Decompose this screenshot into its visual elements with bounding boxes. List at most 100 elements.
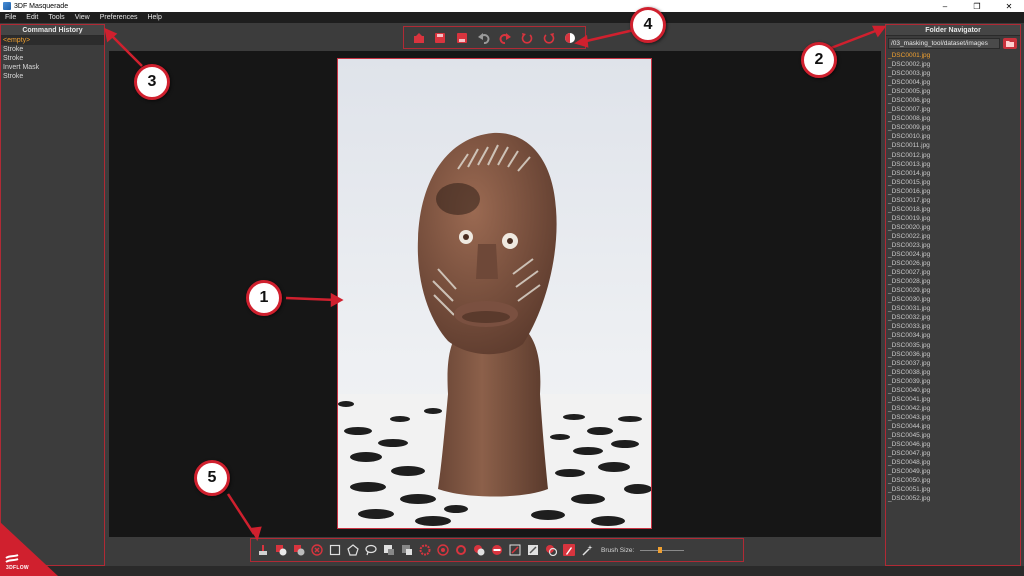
- target-button[interactable]: [437, 544, 449, 556]
- file-list-item[interactable]: _DSC0001.jpg: [888, 51, 1020, 60]
- file-list-item[interactable]: _DSC0008.jpg: [888, 114, 1020, 123]
- file-list-item[interactable]: _DSC0038.jpg: [888, 368, 1020, 377]
- menu-preferences[interactable]: Preferences: [95, 14, 143, 21]
- file-list-item[interactable]: _DSC0046.jpg: [888, 440, 1020, 449]
- mask-fill-button[interactable]: [383, 544, 395, 556]
- history-item[interactable]: Stroke: [1, 45, 104, 54]
- file-list-item[interactable]: _DSC0018.jpg: [888, 205, 1020, 214]
- file-list-item[interactable]: _DSC0024.jpg: [888, 250, 1020, 259]
- ring-button[interactable]: [455, 544, 467, 556]
- file-list-item[interactable]: _DSC0027.jpg: [888, 268, 1020, 277]
- file-list-item[interactable]: _DSC0012.jpg: [888, 151, 1020, 160]
- mask-on-button[interactable]: [473, 544, 485, 556]
- rectangle-select-button[interactable]: [329, 544, 341, 556]
- menu-edit[interactable]: Edit: [21, 14, 43, 21]
- lasso-select-button[interactable]: [365, 544, 377, 556]
- history-item[interactable]: Stroke: [1, 72, 104, 81]
- close-button[interactable]: ✕: [994, 0, 1024, 12]
- file-list-item[interactable]: _DSC0052.jpg: [888, 494, 1020, 503]
- color-picker-button[interactable]: [545, 544, 557, 556]
- brush-size-slider[interactable]: [640, 546, 685, 554]
- rotate-right-button[interactable]: [543, 32, 555, 44]
- menu-help[interactable]: Help: [142, 14, 166, 21]
- redo-button[interactable]: [499, 32, 512, 44]
- folder-path-input[interactable]: /03_masking_tool/dataset/images: [888, 38, 1000, 49]
- file-list-item[interactable]: _DSC0007.jpg: [888, 105, 1020, 114]
- polygon-select-button[interactable]: [347, 544, 359, 556]
- file-list-item[interactable]: _DSC0016.jpg: [888, 187, 1020, 196]
- brush-active-button[interactable]: [563, 544, 575, 556]
- mask-off-button[interactable]: [491, 544, 503, 556]
- maximize-button[interactable]: ❐: [962, 0, 992, 12]
- file-list-item[interactable]: _DSC0035.jpg: [888, 341, 1020, 350]
- file-list-item[interactable]: _DSC0003.jpg: [888, 69, 1020, 78]
- menu-tools[interactable]: Tools: [43, 14, 69, 21]
- file-list-item[interactable]: _DSC0030.jpg: [888, 295, 1020, 304]
- title-bar: 3DF Masquerade – ❐ ✕: [0, 0, 1024, 12]
- file-list-item[interactable]: _DSC0050.jpg: [888, 476, 1020, 485]
- file-list-item[interactable]: _DSC0023.jpg: [888, 241, 1020, 250]
- file-list-item[interactable]: _DSC0039.jpg: [888, 377, 1020, 386]
- rotate-left-button[interactable]: [521, 32, 533, 44]
- file-list-item[interactable]: _DSC0006.jpg: [888, 96, 1020, 105]
- file-list-item[interactable]: _DSC0041.jpg: [888, 395, 1020, 404]
- brush-clear-button[interactable]: [257, 544, 269, 556]
- file-list-item[interactable]: _DSC0045.jpg: [888, 431, 1020, 440]
- subtract-mask-button[interactable]: [293, 544, 305, 556]
- add-mask-button[interactable]: [275, 544, 287, 556]
- file-list-item[interactable]: _DSC0005.jpg: [888, 87, 1020, 96]
- slider-track: [640, 549, 685, 551]
- contrast-button[interactable]: [564, 32, 576, 44]
- save-as-button[interactable]: [456, 32, 468, 44]
- eraser-brush-button[interactable]: [527, 544, 539, 556]
- file-list-item[interactable]: _DSC0011.jpg: [888, 141, 1020, 150]
- file-list-item[interactable]: _DSC0015.jpg: [888, 178, 1020, 187]
- mask-invert-button[interactable]: [401, 544, 413, 556]
- file-list-item[interactable]: _DSC0026.jpg: [888, 259, 1020, 268]
- file-list-item[interactable]: _DSC0031.jpg: [888, 304, 1020, 313]
- file-list-item[interactable]: _DSC0013.jpg: [888, 160, 1020, 169]
- file-list-item[interactable]: _DSC0033.jpg: [888, 322, 1020, 331]
- history-item[interactable]: Stroke: [1, 54, 104, 63]
- folder-icon: [1006, 41, 1014, 47]
- file-list-item[interactable]: _DSC0002.jpg: [888, 60, 1020, 69]
- history-item[interactable]: <empty>: [1, 36, 104, 45]
- file-list-item[interactable]: _DSC0034.jpg: [888, 331, 1020, 340]
- magic-stick-button[interactable]: [581, 544, 593, 556]
- open-button[interactable]: [413, 32, 425, 44]
- file-list-item[interactable]: _DSC0049.jpg: [888, 467, 1020, 476]
- file-list-item[interactable]: _DSC0014.jpg: [888, 169, 1020, 178]
- file-list-item[interactable]: _DSC0020.jpg: [888, 223, 1020, 232]
- magic-wand-red-button[interactable]: [419, 544, 431, 556]
- file-list-item[interactable]: _DSC0037.jpg: [888, 359, 1020, 368]
- file-list-item[interactable]: _DSC0009.jpg: [888, 123, 1020, 132]
- file-list-item[interactable]: _DSC0048.jpg: [888, 458, 1020, 467]
- slider-thumb[interactable]: [658, 547, 663, 553]
- menu-view[interactable]: View: [70, 14, 95, 21]
- file-list-item[interactable]: _DSC0029.jpg: [888, 286, 1020, 295]
- file-list-item[interactable]: _DSC0010.jpg: [888, 132, 1020, 141]
- file-list-item[interactable]: _DSC0040.jpg: [888, 386, 1020, 395]
- file-list-item[interactable]: _DSC0036.jpg: [888, 350, 1020, 359]
- file-list-item[interactable]: _DSC0028.jpg: [888, 277, 1020, 286]
- minimize-button[interactable]: –: [930, 0, 960, 12]
- file-list-item[interactable]: _DSC0017.jpg: [888, 196, 1020, 205]
- save-button[interactable]: [434, 32, 446, 44]
- file-list-item[interactable]: _DSC0043.jpg: [888, 413, 1020, 422]
- file-list-item[interactable]: _DSC0044.jpg: [888, 422, 1020, 431]
- file-list-item[interactable]: _DSC0019.jpg: [888, 214, 1020, 223]
- line-brush-button[interactable]: [509, 544, 521, 556]
- file-list-item[interactable]: _DSC0004.jpg: [888, 78, 1020, 87]
- undo-button[interactable]: [477, 32, 490, 44]
- file-list-item[interactable]: _DSC0032.jpg: [888, 313, 1020, 322]
- file-list-item[interactable]: _DSC0047.jpg: [888, 449, 1020, 458]
- history-item[interactable]: Invert Mask: [1, 63, 104, 72]
- menu-file[interactable]: File: [0, 14, 21, 21]
- image-view[interactable]: [337, 58, 652, 529]
- browse-folder-button[interactable]: [1003, 38, 1017, 49]
- cancel-button[interactable]: [311, 544, 323, 556]
- file-list-item[interactable]: _DSC0042.jpg: [888, 404, 1020, 413]
- file-list-item[interactable]: _DSC0022.jpg: [888, 232, 1020, 241]
- file-list-item[interactable]: _DSC0051.jpg: [888, 485, 1020, 494]
- cancel-icon: [311, 544, 323, 556]
